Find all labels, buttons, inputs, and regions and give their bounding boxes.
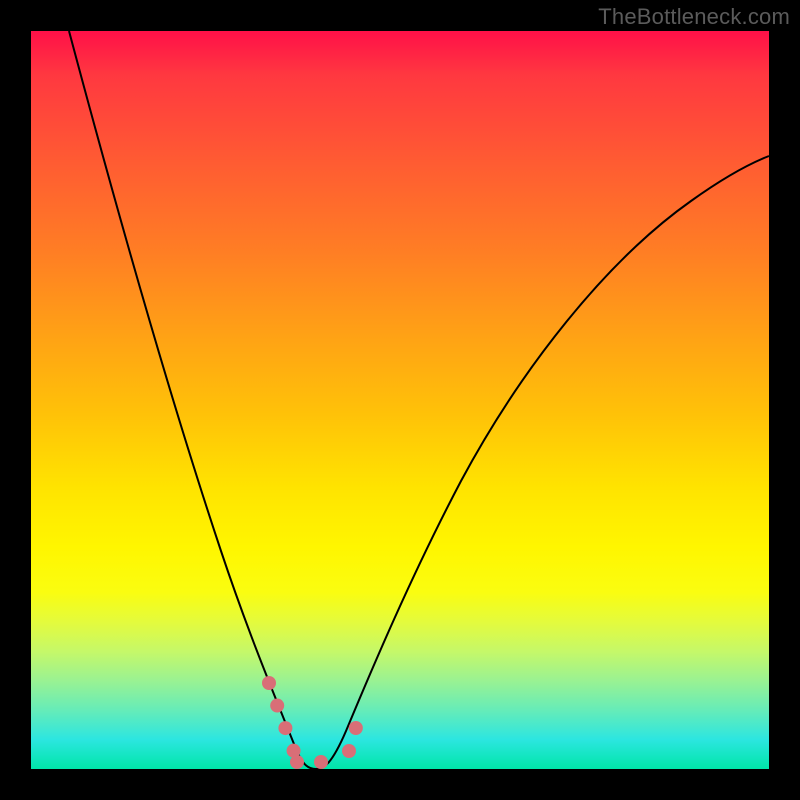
watermark-label: TheBottleneck.com: [598, 4, 790, 30]
curve-svg: [31, 31, 769, 769]
chart-outer: TheBottleneck.com: [0, 0, 800, 800]
plot-area: [31, 31, 769, 769]
bottleneck-curve: [69, 31, 769, 769]
highlight-dots: [269, 683, 361, 762]
